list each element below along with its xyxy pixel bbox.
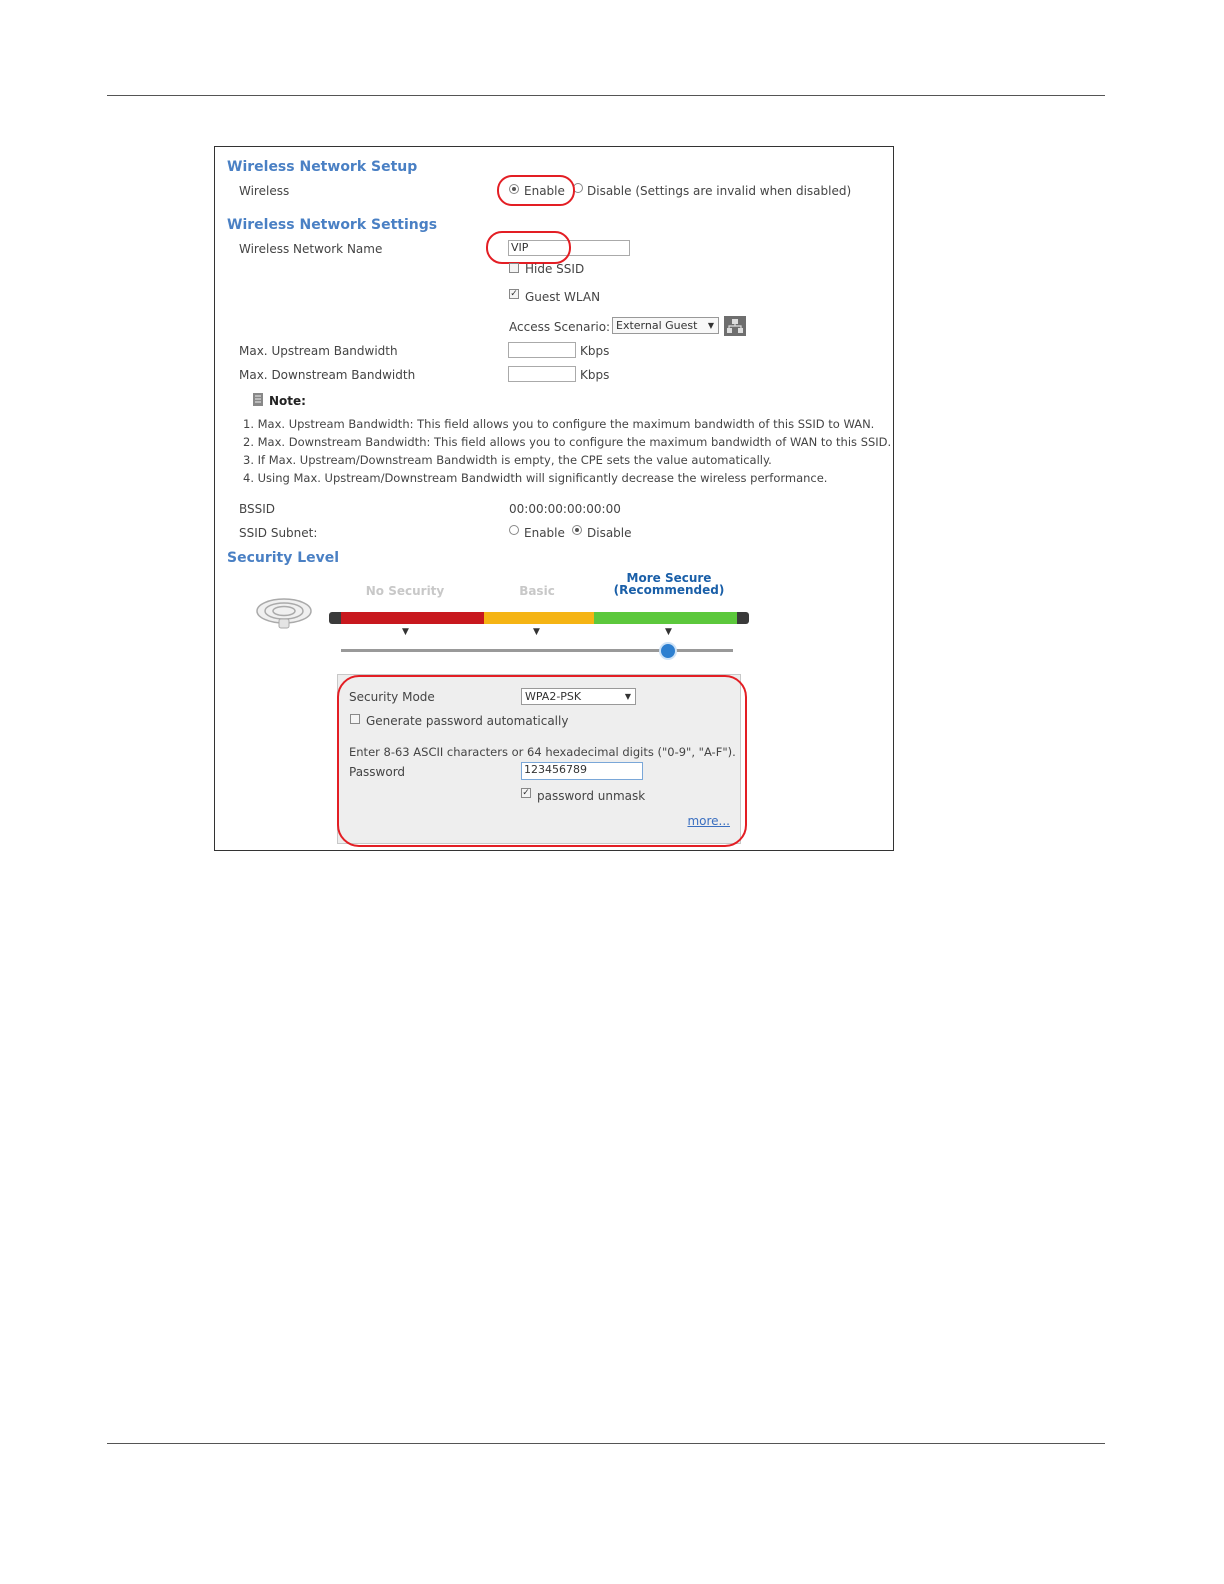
header-rule bbox=[107, 95, 1105, 96]
note-item: 2. Max. Downstream Bandwidth: This field… bbox=[243, 435, 892, 449]
access-scenario-select[interactable]: External Guest ▼ bbox=[612, 317, 719, 334]
note-icon bbox=[253, 393, 263, 406]
highlight-ring-enable bbox=[497, 175, 575, 206]
tick-more-secure-icon: ▼ bbox=[665, 627, 672, 637]
level-more-secure[interactable]: More Secure (Recommended) bbox=[599, 572, 739, 596]
screenshot-frame: Wireless Network Setup Wireless Enable D… bbox=[214, 146, 894, 851]
level-no-security[interactable]: No Security bbox=[355, 584, 455, 598]
dropdown-arrow-icon: ▼ bbox=[707, 321, 714, 330]
downstream-label: Max. Downstream Bandwidth bbox=[239, 368, 416, 382]
highlight-ring-security-panel bbox=[337, 675, 747, 847]
upstream-unit: Kbps bbox=[580, 344, 610, 358]
bssid-value: 00:00:00:00:00:00 bbox=[509, 502, 621, 516]
hide-ssid-checkbox[interactable] bbox=[509, 263, 519, 273]
upstream-label: Max. Upstream Bandwidth bbox=[239, 344, 398, 358]
wireless-label: Wireless bbox=[239, 184, 290, 198]
wireless-disable-label: Disable (Settings are invalid when disab… bbox=[587, 184, 852, 198]
wifi-router-icon bbox=[256, 598, 312, 629]
tick-no-security-icon: ▼ bbox=[402, 627, 409, 637]
bar-segment-green bbox=[594, 612, 737, 624]
access-scenario-label: Access Scenario: bbox=[509, 320, 611, 334]
guest-wlan-label: Guest WLAN bbox=[525, 290, 601, 304]
bar-end-right bbox=[737, 612, 749, 624]
ssid-subnet-label: SSID Subnet: bbox=[239, 526, 318, 540]
network-topology-icon[interactable] bbox=[724, 316, 746, 336]
network-name-label: Wireless Network Name bbox=[239, 242, 383, 256]
tick-basic-icon: ▼ bbox=[533, 627, 540, 637]
security-level-bar bbox=[329, 612, 749, 624]
section-title-security: Security Level bbox=[227, 550, 340, 566]
section-title-setup: Wireless Network Setup bbox=[227, 159, 418, 175]
note-item: 1. Max. Upstream Bandwidth: This field a… bbox=[243, 417, 875, 431]
downstream-unit: Kbps bbox=[580, 368, 610, 382]
subnet-enable-radio[interactable] bbox=[509, 525, 519, 535]
bssid-label: BSSID bbox=[239, 502, 276, 516]
access-scenario-value: External Guest bbox=[616, 319, 698, 332]
footer-rule bbox=[107, 1443, 1105, 1444]
downstream-input[interactable] bbox=[508, 366, 576, 382]
level-basic[interactable]: Basic bbox=[497, 584, 577, 598]
notes-list: 1. Max. Upstream Bandwidth: This field a… bbox=[243, 417, 891, 489]
bar-end-left bbox=[329, 612, 341, 624]
upstream-input[interactable] bbox=[508, 342, 576, 358]
note-item: 4. Using Max. Upstream/Downstream Bandwi… bbox=[243, 471, 828, 485]
level-more-secure-line2: (Recommended) bbox=[613, 583, 725, 597]
highlight-ring-name bbox=[486, 231, 571, 264]
section-title-settings: Wireless Network Settings bbox=[227, 217, 438, 233]
subnet-enable-label: Enable bbox=[524, 526, 565, 540]
hide-ssid-label: Hide SSID bbox=[525, 262, 585, 276]
guest-wlan-checkbox[interactable]: ✓ bbox=[509, 289, 519, 299]
bar-segment-yellow bbox=[484, 612, 594, 624]
subnet-disable-radio[interactable] bbox=[572, 525, 582, 535]
subnet-disable-label: Disable bbox=[587, 526, 632, 540]
note-title: Note: bbox=[269, 394, 306, 408]
bar-segment-red bbox=[341, 612, 484, 624]
note-item: 3. If Max. Upstream/Downstream Bandwidth… bbox=[243, 453, 772, 467]
slider-handle[interactable] bbox=[659, 642, 677, 660]
